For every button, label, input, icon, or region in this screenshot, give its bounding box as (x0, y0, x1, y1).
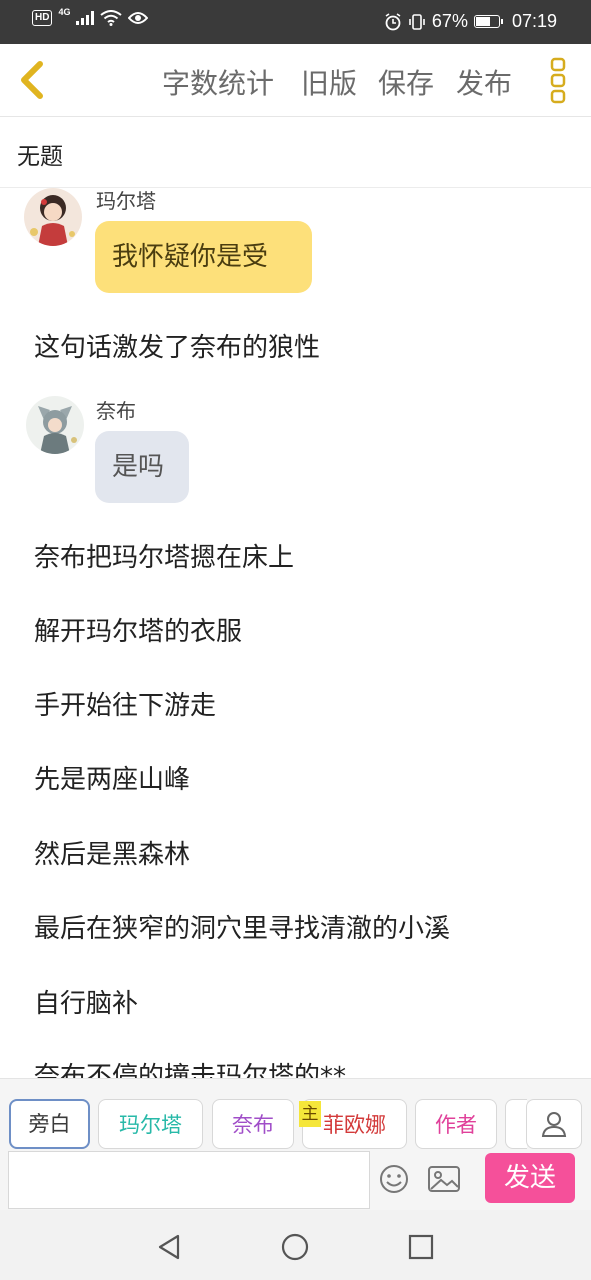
image-icon[interactable] (427, 1164, 461, 1194)
story-title: 无题 (17, 144, 63, 170)
naib-avatar-image (26, 396, 84, 454)
status-bar: HD 4G 67% 07:19 (0, 0, 591, 44)
role-label: 作者 (435, 1113, 477, 1137)
role-label: 菲欧娜 (323, 1113, 386, 1137)
hd-badge: HD (32, 10, 53, 26)
role-label: 玛尔塔 (119, 1113, 182, 1137)
story-content[interactable]: 玛尔塔 我怀疑你是受 这句话激发了奈布的狼性 奈布 是吗 奈布把玛尔塔摁在床上 … (0, 188, 591, 1078)
naib-speaker-name: 奈布 (96, 399, 136, 423)
narration-line: 自行脑补 (34, 989, 139, 1019)
narration-line: 手开始往下游走 (34, 691, 217, 721)
add-role-button[interactable] (526, 1099, 582, 1149)
save-button[interactable]: 保存 (378, 62, 434, 102)
nav-back-icon[interactable] (156, 1233, 182, 1261)
vibrate-icon (409, 13, 425, 30)
signal-icon (76, 11, 95, 25)
narration-line: 最后在狭窄的洞穴里寻找清澈的小溪 (34, 914, 451, 944)
narration-line: 奈布不停的撞击玛尔塔的** (34, 1062, 347, 1078)
back-button[interactable] (14, 58, 54, 102)
nav-home-icon[interactable] (281, 1233, 309, 1261)
old-version-button[interactable]: 旧版 (301, 62, 357, 102)
send-button[interactable]: 发送 (485, 1153, 575, 1203)
narration-line: 奈布把玛尔塔摁在床上 (34, 543, 295, 573)
back-arrow-icon (21, 61, 43, 99)
marta-message: 我怀疑你是受 (112, 242, 269, 272)
network-type: 4G (58, 7, 71, 17)
nav-recents-icon[interactable] (408, 1234, 434, 1260)
narration-line: 这句话激发了奈布的狼性 (34, 333, 321, 363)
role-label: 奈布 (232, 1113, 274, 1137)
status-right: 67% 07:19 (384, 11, 557, 32)
wifi-icon (100, 10, 123, 26)
narration-line: 解开玛尔塔的衣服 (34, 617, 243, 647)
clock: 07:19 (511, 11, 557, 31)
more-menu-button[interactable] (549, 57, 567, 105)
user-icon (541, 1112, 567, 1137)
marta-speaker-name: 玛尔塔 (96, 189, 156, 213)
naib-message: 是吗 (112, 452, 165, 482)
role-chip-more[interactable] (505, 1099, 527, 1149)
role-chip-author[interactable]: 作者 (415, 1099, 497, 1149)
main-role-badge: 主 (299, 1101, 321, 1127)
role-chip-naib[interactable]: 奈布 (212, 1099, 294, 1149)
role-chip-narrator[interactable]: 旁白 (9, 1099, 90, 1149)
role-label: 旁白 (28, 1112, 71, 1136)
alarm-icon (385, 12, 401, 30)
battery-percent: 67% (431, 11, 468, 31)
narration-line: 先是两座山峰 (34, 765, 191, 795)
role-chip-marta[interactable]: 玛尔塔 (98, 1099, 203, 1149)
message-input[interactable] (8, 1151, 370, 1209)
battery-icon (473, 15, 503, 28)
status-left: HD 4G (32, 7, 149, 26)
word-count-button[interactable]: 字数统计 (162, 62, 274, 102)
emoji-icon[interactable] (378, 1163, 410, 1195)
story-title-bar[interactable]: 无题 (0, 117, 591, 188)
eye-icon (128, 12, 149, 24)
publish-button[interactable]: 发布 (456, 62, 512, 102)
naib-bubble[interactable]: 是吗 (95, 431, 189, 503)
marta-bubble[interactable]: 我怀疑你是受 (95, 221, 312, 293)
more-vertical-icon (550, 57, 566, 104)
marta-avatar-image (24, 188, 82, 246)
narration-line: 然后是黑森林 (34, 840, 191, 870)
naib-avatar[interactable] (26, 396, 84, 454)
marta-avatar[interactable] (24, 188, 82, 246)
system-nav-bar (0, 1210, 591, 1280)
top-toolbar: 字数统计 旧版 保存 发布 (0, 44, 591, 117)
